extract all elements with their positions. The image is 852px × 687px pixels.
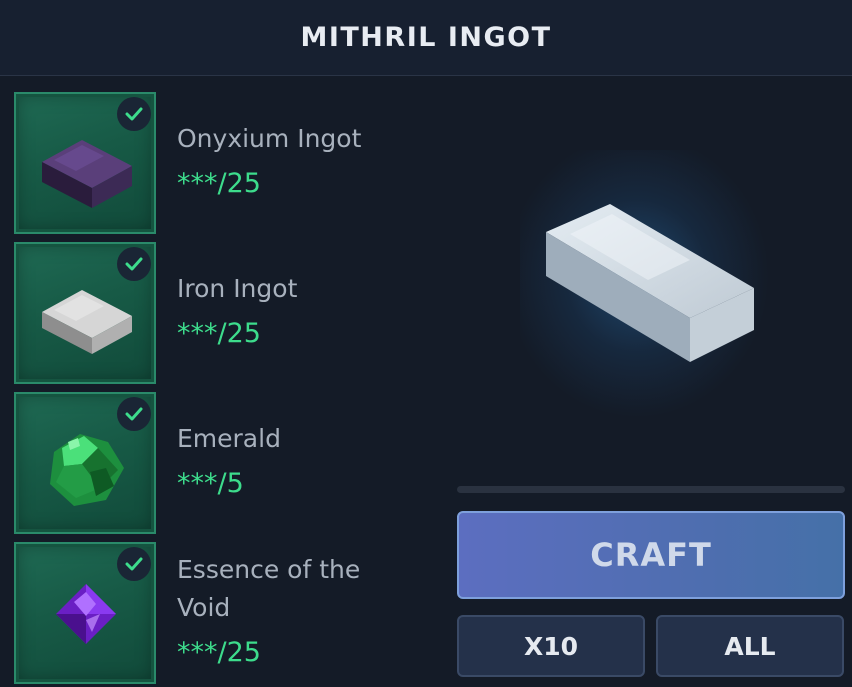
check-icon [117, 97, 151, 131]
ingredient-count: ***/25 [177, 318, 261, 349]
ingredient-count: ***/5 [177, 468, 244, 499]
check-icon [117, 397, 151, 431]
ingredient-count: ***/25 [177, 168, 261, 199]
ingredient-name: Iron Ingot [177, 274, 298, 303]
ingredient-name: Essence of the Void [177, 555, 361, 622]
ingredient-slot-emerald[interactable] [14, 392, 156, 534]
ingredient-slot-onyxium-ingot[interactable] [14, 92, 156, 234]
check-icon [117, 547, 151, 581]
ingredient-name: Emerald [177, 424, 281, 453]
ingredient-count: ***/25 [177, 637, 261, 668]
craft-all-button[interactable]: ALL [656, 615, 844, 677]
emerald-icon [50, 434, 124, 506]
header-bar: MITHRIL INGOT [0, 0, 852, 76]
craft-x10-button[interactable]: X10 [457, 615, 645, 677]
ingredient-slot-iron-ingot[interactable] [14, 242, 156, 384]
essence-of-the-void-icon [56, 584, 116, 644]
mithril-ingot-icon [546, 204, 754, 362]
iron-ingot-icon [42, 290, 132, 354]
ingredient-name: Onyxium Ingot [177, 124, 362, 153]
check-icon [117, 247, 151, 281]
craft-button[interactable]: CRAFT [457, 511, 845, 599]
craft-progress-bar [457, 486, 845, 493]
page-title: MITHRIL INGOT [300, 22, 552, 53]
ingredient-slot-essence-of-the-void[interactable] [14, 542, 156, 684]
onyxium-ingot-icon [42, 140, 132, 208]
